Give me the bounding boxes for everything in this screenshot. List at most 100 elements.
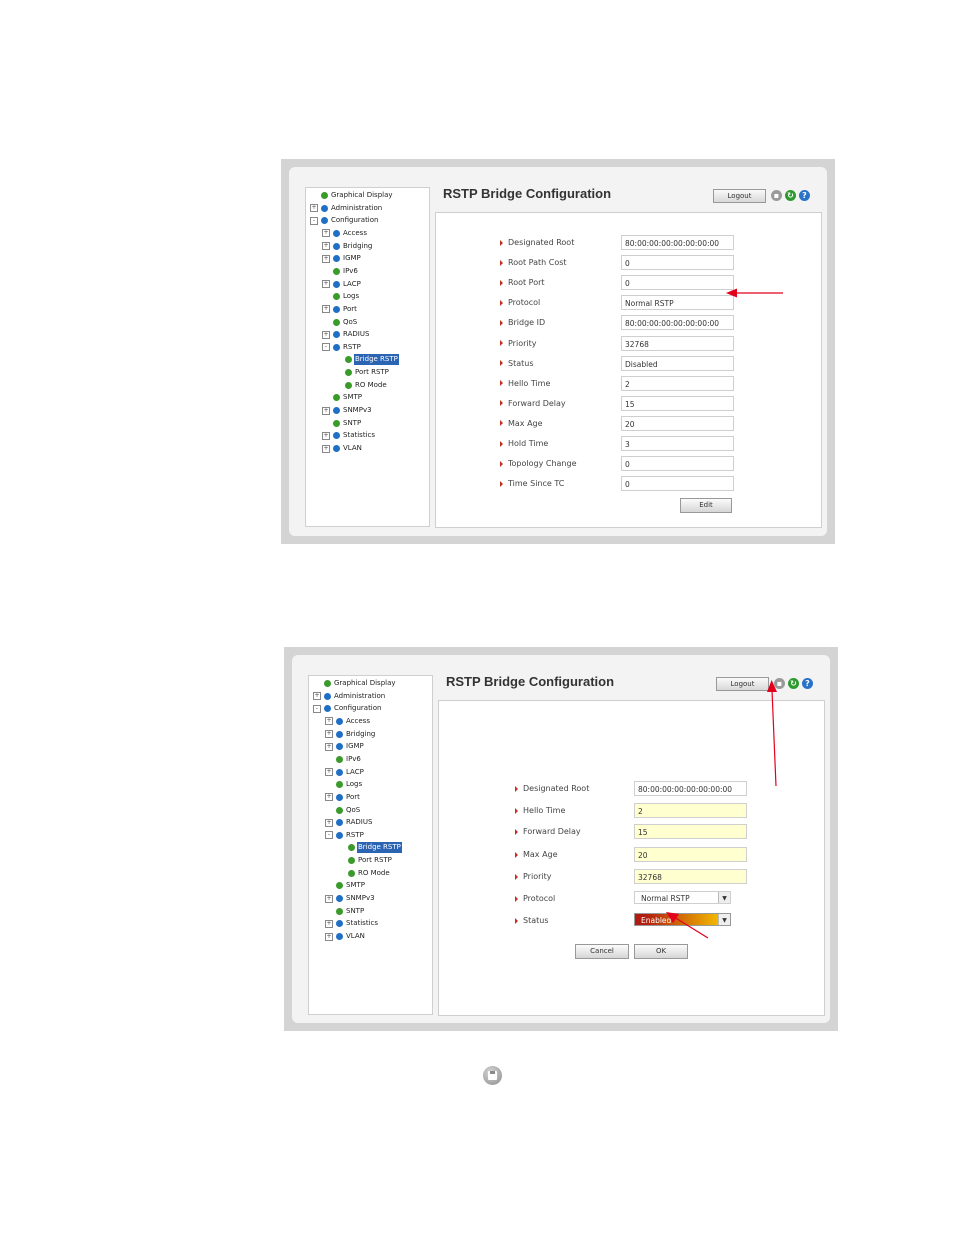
tree-item-ro-mode[interactable]: RO Mode <box>334 380 388 391</box>
tree-item-vlan[interactable]: + VLAN <box>322 443 363 454</box>
expander-icon[interactable]: + <box>322 242 330 251</box>
bullet-arrow-icon <box>500 259 503 266</box>
tree-item-smtp[interactable]: SMTP <box>322 392 363 403</box>
tree-item-lacp[interactable]: + LACP <box>325 767 365 778</box>
tree-item-qos[interactable]: QoS <box>325 805 361 816</box>
tree-item-access[interactable]: + Access <box>325 716 371 727</box>
tree-item-sntp[interactable]: SNTP <box>322 418 362 429</box>
expander-icon[interactable]: + <box>322 305 330 314</box>
expander-icon[interactable]: + <box>322 406 330 415</box>
refresh-icon[interactable]: ↻ <box>785 190 796 201</box>
help-icon[interactable]: ? <box>802 678 813 689</box>
expander-icon[interactable]: + <box>325 932 333 941</box>
tree-item-bridging[interactable]: + Bridging <box>325 729 376 740</box>
field-input[interactable]: 32768 <box>634 869 747 884</box>
tree-item-qos[interactable]: QoS <box>322 317 358 328</box>
save-icon[interactable]: ▪ <box>771 190 782 201</box>
tree-item-port-rstp[interactable]: Port RSTP <box>334 367 390 378</box>
help-icon[interactable]: ? <box>799 190 810 201</box>
expander-icon[interactable]: + <box>325 717 333 726</box>
expander-icon[interactable]: + <box>325 742 333 751</box>
field-label-text: Hold Time <box>508 439 549 448</box>
node-icon <box>345 369 352 377</box>
field-value: Disabled <box>621 355 734 371</box>
tree-item-administration[interactable]: + Administration <box>313 691 386 702</box>
field-label: Hello Time <box>500 379 550 388</box>
tree-item-port-rstp[interactable]: Port RSTP <box>337 855 393 866</box>
tree-item-radius[interactable]: + RADIUS <box>322 329 370 340</box>
expander-icon[interactable]: - <box>313 704 321 713</box>
field-label: Max Age <box>515 850 558 859</box>
tree-item-access[interactable]: + Access <box>322 228 368 239</box>
tree-item-port[interactable]: + Port <box>325 792 361 803</box>
node-icon <box>321 192 328 199</box>
expander-icon[interactable]: + <box>322 444 330 453</box>
tree-item-snmpv3[interactable]: + SNMPv3 <box>322 405 373 416</box>
tree-item-smtp[interactable]: SMTP <box>325 880 366 891</box>
tree-item-ro-mode[interactable]: RO Mode <box>337 868 391 879</box>
tree-item-radius[interactable]: + RADIUS <box>325 817 373 828</box>
dropdown-arrow-icon[interactable]: ▼ <box>718 914 730 925</box>
expander-icon[interactable]: + <box>325 793 333 802</box>
tree-item-bridge-rstp[interactable]: Bridge RSTP <box>334 354 399 366</box>
tree-item-vlan[interactable]: + VLAN <box>325 931 366 942</box>
node-icon <box>336 781 343 789</box>
expander-icon[interactable]: + <box>325 818 333 827</box>
logout-button[interactable]: Logout <box>713 189 766 203</box>
expander-icon[interactable]: - <box>310 216 318 225</box>
bullet-arrow-icon <box>500 299 503 306</box>
expander-icon[interactable]: + <box>322 254 330 263</box>
tree-item-lacp[interactable]: + LACP <box>322 279 362 290</box>
tree-item-ipv6[interactable]: IPv6 <box>325 754 362 765</box>
edit-button[interactable]: Edit <box>680 498 732 513</box>
page-title: RSTP Bridge Configuration <box>446 674 615 689</box>
ok-button[interactable]: OK <box>634 944 688 959</box>
expander-icon[interactable]: + <box>322 330 330 339</box>
expander-icon[interactable]: + <box>313 692 321 701</box>
tree-item-graphical-display[interactable]: Graphical Display <box>310 190 394 201</box>
tree-item-statistics[interactable]: + Statistics <box>325 918 379 929</box>
node-icon <box>333 229 340 237</box>
tree-item-snmpv3[interactable]: + SNMPv3 <box>325 893 376 904</box>
expander-icon[interactable]: + <box>325 894 333 903</box>
logout-button[interactable]: Logout <box>716 677 769 691</box>
tree-item-igmp[interactable]: + IGMP <box>325 741 365 752</box>
field-input[interactable]: 15 <box>634 824 747 839</box>
tree-item-graphical-display[interactable]: Graphical Display <box>313 678 397 689</box>
tree-item-logs[interactable]: Logs <box>325 779 363 790</box>
refresh-icon[interactable]: ↻ <box>788 678 799 689</box>
field-input[interactable]: 2 <box>634 803 747 818</box>
expander-icon[interactable]: + <box>322 280 330 289</box>
tree-item-bridge-rstp[interactable]: Bridge RSTP <box>337 842 402 854</box>
expander-icon[interactable]: + <box>322 431 330 440</box>
dropdown-arrow-icon[interactable]: ▼ <box>718 892 730 903</box>
field-value: 15 <box>621 395 734 411</box>
tree-item-ipv6[interactable]: IPv6 <box>322 266 359 277</box>
expander-icon[interactable]: - <box>322 343 330 352</box>
tree-item-port[interactable]: + Port <box>322 304 358 315</box>
expander-icon[interactable]: + <box>325 768 333 777</box>
expander-icon[interactable]: + <box>325 730 333 739</box>
expander-icon[interactable]: + <box>310 204 318 213</box>
field-label-text: Hello Time <box>508 378 551 388</box>
tree-item-bridging[interactable]: + Bridging <box>322 241 373 252</box>
tree-item-rstp[interactable]: - RSTP <box>322 342 362 353</box>
tree-item-sntp[interactable]: SNTP <box>325 906 365 917</box>
expander-icon[interactable]: + <box>325 919 333 928</box>
tree-item-configuration[interactable]: - Configuration <box>310 215 379 226</box>
field-input[interactable]: 20 <box>634 847 747 862</box>
tree-item-rstp[interactable]: - RSTP <box>325 830 365 841</box>
tree-item-administration[interactable]: + Administration <box>310 203 383 214</box>
expander-icon[interactable]: - <box>325 831 333 840</box>
app-frame: Graphical Display + Administration - Configu… <box>292 655 830 1023</box>
tree-item-label: Port <box>343 304 357 313</box>
tree-item-configuration[interactable]: - Configuration <box>313 703 382 714</box>
tree-item-logs[interactable]: Logs <box>322 291 360 302</box>
tree-item-label: Bridge RSTP <box>357 842 402 854</box>
node-icon <box>324 692 331 700</box>
tree-item-igmp[interactable]: + IGMP <box>322 253 362 264</box>
cancel-button[interactable]: Cancel <box>575 944 629 959</box>
protocol-select[interactable]: Normal RSTP ▼ <box>634 891 731 904</box>
expander-icon[interactable]: + <box>322 229 330 238</box>
tree-item-statistics[interactable]: + Statistics <box>322 430 376 441</box>
